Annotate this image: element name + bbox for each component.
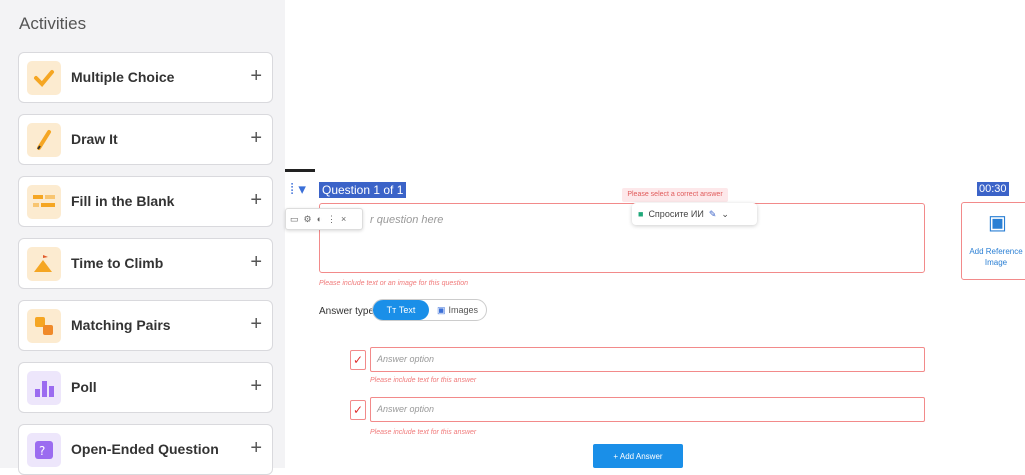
matching-icon	[27, 309, 61, 343]
add-answer-button[interactable]: + Add Answer	[593, 444, 683, 468]
fill-blank-icon	[27, 185, 61, 219]
activity-open-ended-question[interactable]: ? Open-Ended Question +	[18, 424, 273, 475]
text-format-toolbar[interactable]: ▭ ⚙ ◐ ⋮ ×	[285, 208, 363, 230]
timer[interactable]: 00:30	[977, 182, 1009, 196]
chevron-down-icon[interactable]: ⌄	[721, 209, 729, 220]
settings-icon[interactable]: ⚙	[304, 214, 312, 225]
more-icon[interactable]: ⋮	[327, 214, 336, 225]
tools-icon[interactable]: ✎	[709, 209, 717, 220]
add-icon[interactable]: +	[250, 127, 262, 150]
ai-assistant-bar[interactable]: ■ Спросите ИИ ✎ ⌄	[632, 203, 757, 225]
add-icon[interactable]: +	[250, 251, 262, 274]
question-icon: ?	[27, 433, 61, 467]
activity-label: Time to Climb	[71, 255, 164, 271]
activity-label: Matching Pairs	[71, 317, 171, 333]
answer-option-input[interactable]: Answer option	[370, 397, 925, 422]
question-placeholder: r question here	[370, 214, 444, 226]
activity-draw-it[interactable]: Draw It +	[18, 114, 273, 165]
bar-chart-icon	[27, 371, 61, 405]
divider	[285, 169, 315, 172]
close-icon[interactable]: ×	[341, 214, 346, 224]
question-title: Question 1 of 1	[319, 182, 407, 198]
copy-icon[interactable]: ▭	[290, 214, 299, 225]
add-icon[interactable]: +	[250, 375, 262, 398]
contrast-icon[interactable]: ◐	[317, 214, 322, 224]
activity-label: Poll	[71, 379, 97, 395]
activity-label: Open-Ended Question	[71, 441, 219, 457]
activity-matching-pairs[interactable]: Matching Pairs +	[18, 300, 273, 351]
answer-type-label: Answer type	[319, 306, 375, 317]
text-option[interactable]: Tт Text	[373, 300, 429, 320]
drag-handle-icon[interactable]: ⁞ ▾	[290, 180, 306, 198]
activity-fill-in-the-blank[interactable]: Fill in the Blank +	[18, 176, 273, 227]
image-icon: ▣	[988, 212, 1007, 234]
activity-poll[interactable]: Poll +	[18, 362, 273, 413]
activity-time-to-climb[interactable]: Time to Climb +	[18, 238, 273, 289]
checkmark-icon	[27, 61, 61, 95]
image-icon: ▣	[437, 304, 446, 315]
add-icon[interactable]: +	[250, 189, 262, 212]
activity-label: Multiple Choice	[71, 69, 175, 85]
add-icon[interactable]: +	[250, 437, 262, 460]
sidebar-title: Activities	[19, 14, 87, 33]
pencil-icon	[27, 123, 61, 157]
correct-answer-error: Please select a correct answer	[622, 188, 728, 202]
answer-error: Please include text for this answer	[370, 377, 477, 384]
answer-option-input[interactable]: Answer option	[370, 347, 925, 372]
add-icon[interactable]: +	[250, 313, 262, 336]
question-error: Please include text or an image for this…	[319, 280, 469, 287]
activity-label: Fill in the Blank	[71, 193, 175, 209]
correct-answer-checkbox[interactable]: ✓	[350, 350, 366, 370]
correct-answer-checkbox[interactable]: ✓	[350, 400, 366, 420]
images-option[interactable]: ▣ Images	[437, 300, 478, 320]
answer-type-toggle[interactable]: Tт Text ▣ Images	[372, 299, 487, 321]
answer-error: Please include text for this answer	[370, 429, 477, 436]
mountain-icon	[27, 247, 61, 281]
activities-sidebar: Activities Multiple Choice + Draw It + F…	[0, 0, 285, 475]
ai-icon: ■	[638, 209, 644, 219]
ai-label: Спросите ИИ	[648, 209, 704, 219]
add-icon[interactable]: +	[250, 65, 262, 88]
svg-text:?: ?	[39, 444, 45, 458]
activity-multiple-choice[interactable]: Multiple Choice +	[18, 52, 273, 103]
reference-label: Add Reference Image	[969, 247, 1023, 267]
activity-label: Draw It	[71, 131, 118, 147]
